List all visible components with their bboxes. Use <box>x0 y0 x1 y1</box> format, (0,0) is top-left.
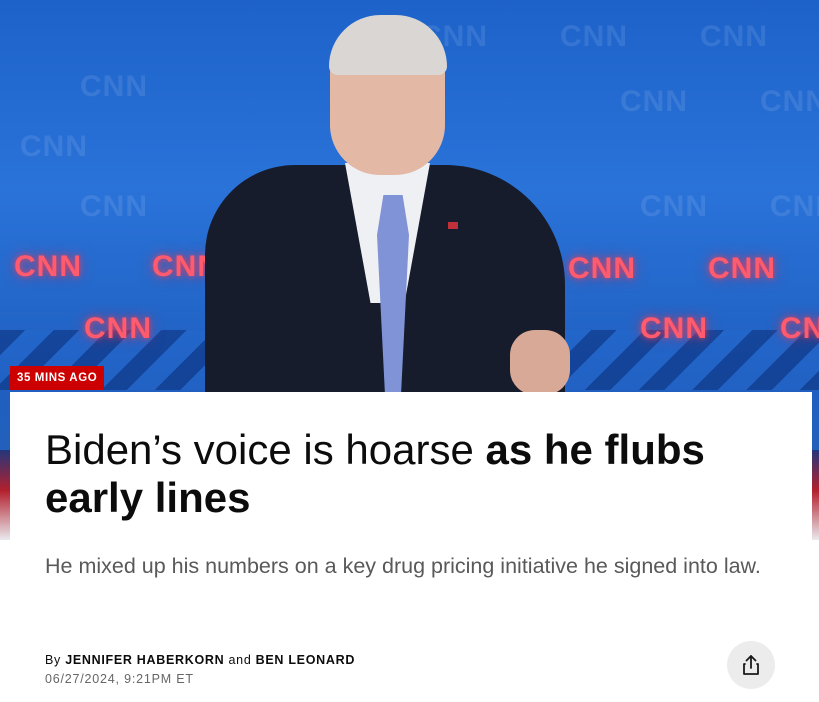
logo-watermark: CNN <box>620 85 688 118</box>
logo-watermark: CNN <box>770 190 819 223</box>
article-card[interactable]: Biden’s voice is hoarse as he flubs earl… <box>10 392 812 702</box>
logo-watermark: CNN <box>700 20 768 53</box>
logo-watermark: CNN <box>760 85 819 118</box>
hair <box>329 15 447 75</box>
byline-joiner: and <box>228 653 252 667</box>
author-link[interactable]: JENNIFER HABERKORN <box>65 653 224 667</box>
time-badge: 35 MINS AGO <box>10 366 105 390</box>
flag-pin <box>448 222 458 229</box>
logo-watermark: CNN <box>640 190 708 223</box>
share-button[interactable] <box>727 641 775 689</box>
cnn-logo: CNN <box>14 250 82 283</box>
author-link[interactable]: BEN LEONARD <box>256 653 355 667</box>
share-icon <box>743 655 759 675</box>
headline[interactable]: Biden’s voice is hoarse as he flubs earl… <box>45 426 775 522</box>
cnn-logo: CNN <box>708 252 776 285</box>
cnn-logo: CNN <box>84 312 152 345</box>
byline: By JENNIFER HABERKORN and BEN LEONARD <box>45 653 355 667</box>
headline-regular: Biden’s voice is hoarse <box>45 426 474 473</box>
logo-watermark: CNN <box>80 70 148 103</box>
speaker-figure <box>205 15 585 435</box>
timestamp: 06/27/2024, 9:21PM ET <box>45 672 194 686</box>
logo-watermark: CNN <box>20 130 88 163</box>
hand <box>510 330 570 395</box>
cnn-logo: CNN <box>780 312 819 345</box>
cnn-logo: CNN <box>640 312 708 345</box>
byline-prefix: By <box>45 653 61 667</box>
logo-watermark: CNN <box>80 190 148 223</box>
article-dek: He mixed up his numbers on a key drug pr… <box>45 554 761 578</box>
